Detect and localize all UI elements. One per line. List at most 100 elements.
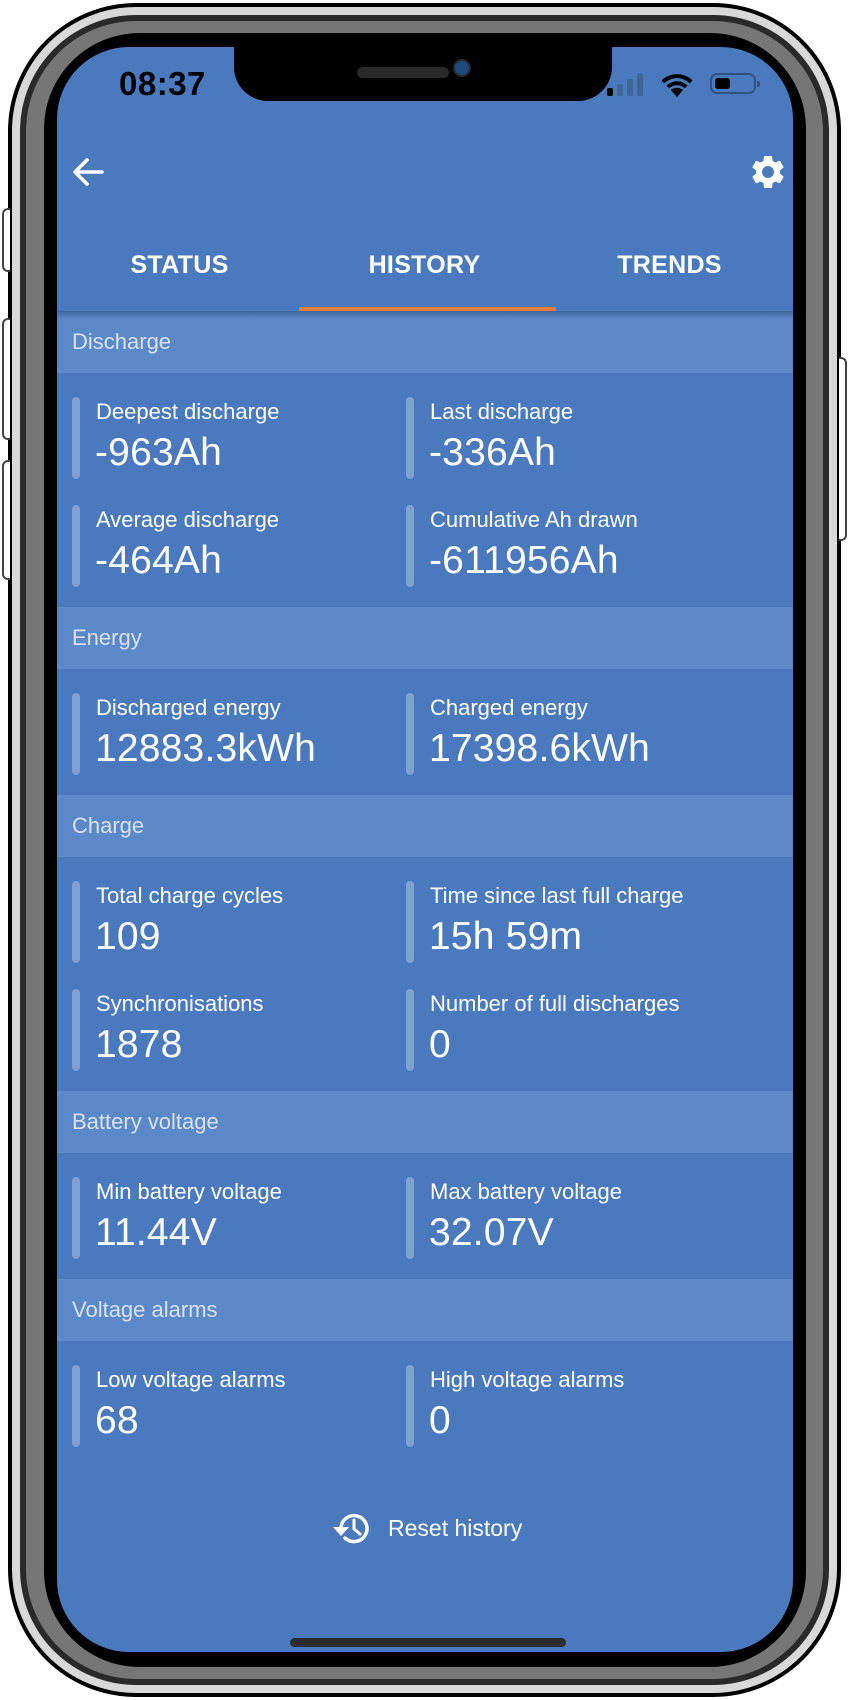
stat-accent-bar (406, 881, 414, 963)
stat-value: 68 (95, 1399, 139, 1442)
stat-value: 12883.3kWh (95, 727, 316, 770)
stat-row: Total charge cycles 109 Time since last fu… (57, 881, 793, 963)
stat-item: Low voltage alarms 68 (72, 1365, 402, 1447)
stat-value: 109 (95, 915, 161, 958)
section-header: Charge (57, 795, 793, 857)
section-battery-voltage: Battery voltage Min battery voltage 11.44V… (57, 1091, 793, 1279)
stat-label: Cumulative Ah drawn (430, 507, 638, 532)
tab-bar: STATUS HISTORY TRENDS (57, 227, 793, 311)
wifi-icon (661, 74, 693, 97)
stat-label: High voltage alarms (430, 1367, 625, 1392)
stat-accent-bar (72, 989, 80, 1071)
section-body: Deepest discharge -963Ah Last discharge -33… (57, 373, 793, 607)
gear-icon (752, 156, 784, 188)
stat-label: Deepest discharge (96, 399, 280, 424)
stat-item: Charged energy 17398.6kWh (406, 693, 736, 775)
power-button (839, 357, 847, 541)
stat-label: Max battery voltage (430, 1179, 622, 1204)
stat-value: -464Ah (95, 539, 222, 582)
section-title: Voltage alarms (72, 1297, 218, 1322)
battery-icon (710, 73, 760, 94)
stat-item: Synchronisations 1878 (72, 989, 402, 1071)
stat-row: Average discharge -464Ah Cumulative Ah dra… (57, 505, 793, 587)
stat-item: Min battery voltage 11.44V (72, 1177, 402, 1259)
front-camera (453, 59, 471, 77)
stat-value: 11.44V (95, 1211, 217, 1254)
app-screen: 08:37 STATUS HISTORY TRENDS Discharge De… (57, 47, 793, 1652)
section-charge: Charge Total charge cycles 109 Time since l… (57, 795, 793, 1091)
stat-accent-bar (406, 989, 414, 1071)
stat-row: Synchronisations 1878 Number of full disch… (57, 989, 793, 1071)
section-body: Min battery voltage 11.44V Max battery vol… (57, 1153, 793, 1279)
stat-accent-bar (406, 693, 414, 775)
section-title: Battery voltage (72, 1109, 219, 1134)
stat-accent-bar (72, 505, 80, 587)
speaker-grille (357, 67, 449, 78)
stat-item: Time since last full charge 15h 59m (406, 881, 736, 963)
stat-item: Average discharge -464Ah (72, 505, 402, 587)
stat-item: Discharged energy 12883.3kWh (72, 693, 402, 775)
stat-label: Min battery voltage (96, 1179, 282, 1204)
stat-value: -336Ah (429, 431, 556, 474)
tab-history[interactable]: HISTORY (302, 227, 547, 311)
back-button[interactable] (71, 155, 105, 189)
stat-item: Last discharge -336Ah (406, 397, 736, 479)
volume-down-button (2, 460, 10, 580)
settings-button[interactable] (748, 152, 788, 192)
notch (234, 47, 612, 101)
stat-row: Min battery voltage 11.44V Max battery vol… (57, 1177, 793, 1259)
stat-value: -611956Ah (429, 539, 619, 582)
mute-switch (2, 208, 10, 272)
stat-value: 1878 (95, 1023, 183, 1066)
stat-item: Deepest discharge -963Ah (72, 397, 402, 479)
stat-label: Total charge cycles (96, 883, 284, 908)
stat-label: Time since last full charge (430, 883, 684, 908)
tab-trends[interactable]: TRENDS (547, 227, 792, 311)
volume-up-button (2, 318, 10, 440)
stat-accent-bar (406, 1177, 414, 1259)
stat-item: Number of full discharges 0 (406, 989, 736, 1071)
stat-label: Number of full discharges (430, 991, 680, 1016)
tab-status[interactable]: STATUS (57, 227, 302, 311)
stat-label: Synchronisations (96, 991, 264, 1016)
section-energy: Energy Discharged energy 12883.3kWh Charged… (57, 607, 793, 795)
reset-history-button[interactable]: Reset history (330, 1508, 522, 1548)
stat-item: Cumulative Ah drawn -611956Ah (406, 505, 736, 587)
stat-accent-bar (72, 881, 80, 963)
section-title: Charge (72, 813, 145, 838)
stat-label: Low voltage alarms (96, 1367, 286, 1392)
section-body: Total charge cycles 109 Time since last fu… (57, 857, 793, 1091)
stat-value: 0 (429, 1399, 451, 1442)
section-title: Discharge (72, 329, 172, 354)
stat-value: 15h 59m (429, 915, 583, 958)
stat-value: 0 (429, 1023, 451, 1066)
stat-item: High voltage alarms 0 (406, 1365, 736, 1447)
stat-accent-bar (72, 1365, 80, 1447)
home-indicator[interactable] (290, 1638, 566, 1647)
history-icon (333, 1513, 369, 1544)
stat-label: Charged energy (430, 695, 588, 720)
battery-terminal (757, 81, 760, 87)
stat-item: Total charge cycles 109 (72, 881, 402, 963)
stat-row: Deepest discharge -963Ah Last discharge -33… (57, 397, 793, 479)
stat-value: 32.07V (429, 1211, 554, 1254)
stat-accent-bar (72, 397, 80, 479)
section-header: Discharge (57, 311, 793, 373)
stat-row: Low voltage alarms 68 High voltage alarms 0 (57, 1365, 793, 1447)
stat-label: Last discharge (430, 399, 574, 424)
section-body: Discharged energy 12883.3kWh Charged energ… (57, 669, 793, 795)
status-time: 08:37 (119, 65, 206, 102)
stat-label: Average discharge (96, 507, 280, 532)
arrow-left-icon (73, 158, 104, 186)
stat-item: Max battery voltage 32.07V (406, 1177, 736, 1259)
history-list: Discharge Deepest discharge -963Ah Last dis… (57, 311, 793, 1467)
section-header: Voltage alarms (57, 1279, 793, 1341)
section-title: Energy (72, 625, 142, 650)
stat-accent-bar (72, 1177, 80, 1259)
stat-value: -963Ah (95, 431, 222, 474)
section-header: Battery voltage (57, 1091, 793, 1153)
stat-accent-bar (406, 397, 414, 479)
stat-accent-bar (406, 1365, 414, 1447)
stat-value: 17398.6kWh (429, 727, 650, 770)
battery-level (715, 78, 730, 89)
